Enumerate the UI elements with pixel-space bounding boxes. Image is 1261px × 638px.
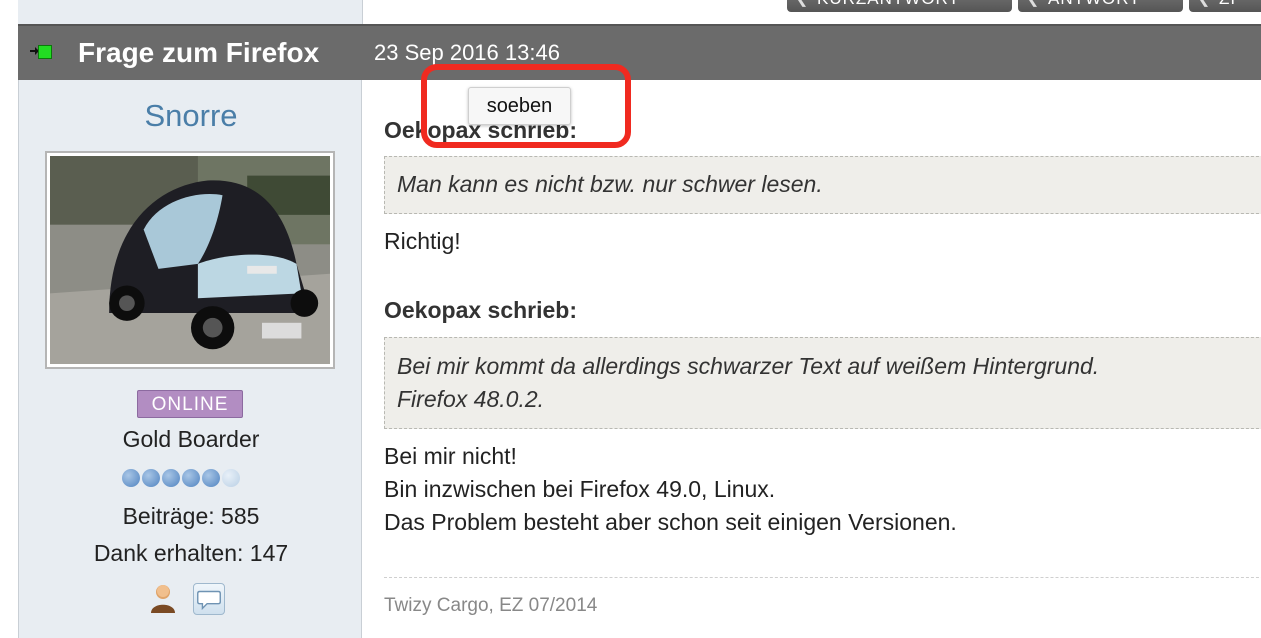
top-sidebar-cell: [18, 0, 363, 24]
quote-text: Man kann es nicht bzw. nur schwer lesen.: [397, 171, 823, 197]
status-online-icon: [30, 44, 52, 60]
quote-block: Bei mir kommt da allerdings schwarzer Te…: [384, 337, 1261, 429]
quote-arrow-icon: ❮: [1197, 0, 1211, 12]
avatar[interactable]: [45, 151, 335, 369]
reply-text-line: Bin inzwischen bei Firefox 49.0, Linux.: [384, 476, 776, 502]
quote-button[interactable]: ❮ ZI: [1189, 0, 1261, 12]
author-rank: Gold Boarder: [122, 426, 260, 452]
reply-label: ANTWORT: [1048, 0, 1141, 8]
reply-arrow-icon: ❮: [1026, 0, 1040, 12]
author-username[interactable]: Snorre: [19, 98, 363, 134]
highlight-annotation: [421, 64, 631, 148]
online-status-badge: ONLINE: [137, 390, 243, 418]
reply-text: Richtig!: [384, 228, 461, 254]
rank-dot-filled: [122, 469, 140, 487]
rank-dot-filled: [162, 469, 180, 487]
profile-icon[interactable]: [149, 583, 177, 613]
reply-text-line: Das Problem besteht aber schon seit eini…: [384, 509, 957, 535]
reply-text-block: Bei mir nicht! Bin inzwischen bei Firefo…: [384, 440, 957, 539]
quote-label: ZI: [1219, 0, 1236, 8]
post-header: Frage zum Firefox 23 Sep 2016 13:46: [18, 24, 1261, 80]
quick-reply-button[interactable]: ❮ KURZANTWORT: [787, 0, 1012, 12]
author-thanks-count: Dank erhalten: 147: [93, 540, 289, 566]
private-message-icon[interactable]: [193, 583, 225, 615]
avatar-image: [50, 156, 330, 364]
quick-reply-label: KURZANTWORT: [817, 0, 960, 8]
author-post-count: Beiträge: 585: [122, 503, 260, 529]
reply-arrow-icon: ❮: [795, 0, 809, 12]
quote-text-line: Bei mir kommt da allerdings schwarzer Te…: [397, 353, 1100, 379]
reply-text-line: Bei mir nicht!: [384, 443, 517, 469]
author-sidebar: Snorre ONLINE Gold Boarder Beiträge: 585…: [18, 80, 362, 638]
top-strip: ❮ KURZANTWORT ❮ ANTWORT ❮ ZI: [0, 0, 1261, 24]
reply-button[interactable]: ❮ ANTWORT: [1018, 0, 1183, 12]
rank-dot-filled: [142, 469, 160, 487]
signature: Twizy Cargo, EZ 07/2014: [384, 595, 598, 616]
post-title: Frage zum Firefox: [78, 37, 320, 68]
signature-divider: [384, 577, 1261, 578]
post-content: Oekopax schrieb: Man kann es nicht bzw. …: [363, 80, 1261, 638]
rank-dot-empty: [222, 469, 240, 487]
rank-dot-filled: [182, 469, 200, 487]
rank-dot-filled: [202, 469, 220, 487]
quote-block: Man kann es nicht bzw. nur schwer lesen.: [384, 156, 1261, 214]
quote-author: Oekopax schrieb:: [384, 297, 578, 323]
rank-indicator: [122, 469, 240, 487]
quote-text-line: Firefox 48.0.2.: [397, 386, 545, 412]
post-date: 23 Sep 2016 13:46: [374, 40, 560, 65]
